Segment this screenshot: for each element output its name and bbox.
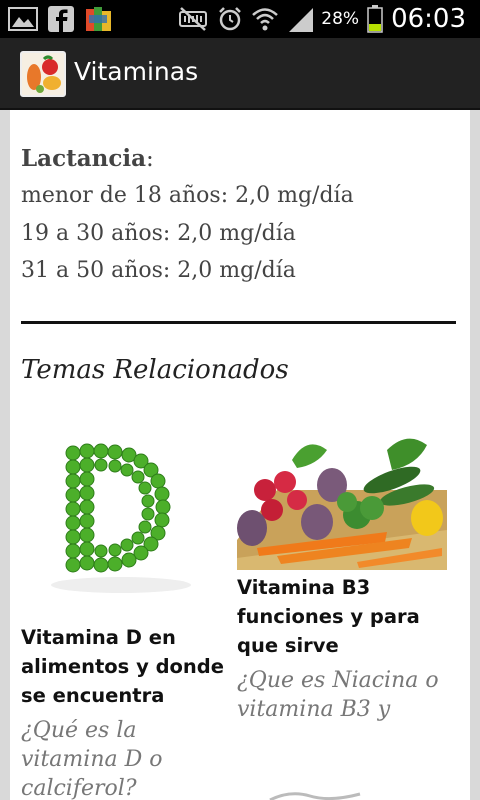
lactancia-line: 19 a 30 años: 2,0 mg/día [21,221,296,246]
lactancia-label: Lactancia [21,145,146,172]
related-card-excerpt: ¿Que es Niacina o vitamina B3 y [237,666,439,724]
card-excerpt-line: ¿Que es Niacina o [237,668,439,693]
card-title-line: que sirve [237,634,339,657]
card-excerpt-line: ¿Qué es la [21,718,137,743]
status-bar-system: 28% 06:03 [177,4,466,34]
facebook-icon [48,6,74,32]
wifi-icon [252,8,279,31]
card-excerpt-line: vitamina D o [21,747,163,772]
card-title-line: Vitamina D en [21,626,176,649]
card-excerpt-line: vitamina B3 y [237,697,391,722]
card-title-line: funciones y para [237,605,420,628]
clock: 06:03 [391,4,466,34]
signal-icon [289,8,314,32]
card-title-line: Vitamina B3 [237,576,371,599]
lactancia-colon: : [145,146,154,172]
app-logo[interactable] [20,51,66,97]
related-card-vitamina-d[interactable]: Vitamina D en alimentos y donde se encue… [21,435,231,800]
app-icon [86,7,111,31]
related-card-title[interactable]: Vitamina D en alimentos y donde se encue… [21,623,224,710]
vegetables-image [237,430,447,570]
related-card-excerpt: ¿Qué es la vitamina D o calciferol? [21,716,162,800]
gallery-icon [8,7,38,31]
section-divider [21,321,456,324]
action-bar: Vitaminas [0,38,480,110]
status-bar-notifications [8,5,114,33]
related-card-title[interactable]: Vitamina B3 funciones y para que sirve [237,573,420,660]
lactancia-line: menor de 18 años: 2,0 mg/día [21,183,354,208]
fruits-vegetables-icon [22,53,64,95]
lactancia-heading: Lactancia: [21,145,154,172]
mute-icon [179,7,208,31]
card-excerpt-line: calciferol? [21,776,137,800]
alarm-icon [219,7,242,31]
vitamin-d-peas-image [21,435,231,595]
lactancia-line: 31 a 50 años: 2,0 mg/día [21,258,296,283]
article-content[interactable]: Lactancia: menor de 18 años: 2,0 mg/día … [10,110,470,800]
card-title-line: alimentos y donde [21,655,224,678]
next-card-thumbnail [269,792,361,800]
battery-icon [367,5,383,33]
related-card-vitamina-b3[interactable]: Vitamina B3 funciones y para que sirve ¿… [237,430,447,750]
battery-percent: 28% [321,9,360,29]
card-title-line: se encuentra [21,684,165,707]
status-bar: 28% 06:03 [0,0,480,38]
related-topics-heading: Temas Relacionados [21,355,289,385]
page-title: Vitaminas [74,57,199,86]
